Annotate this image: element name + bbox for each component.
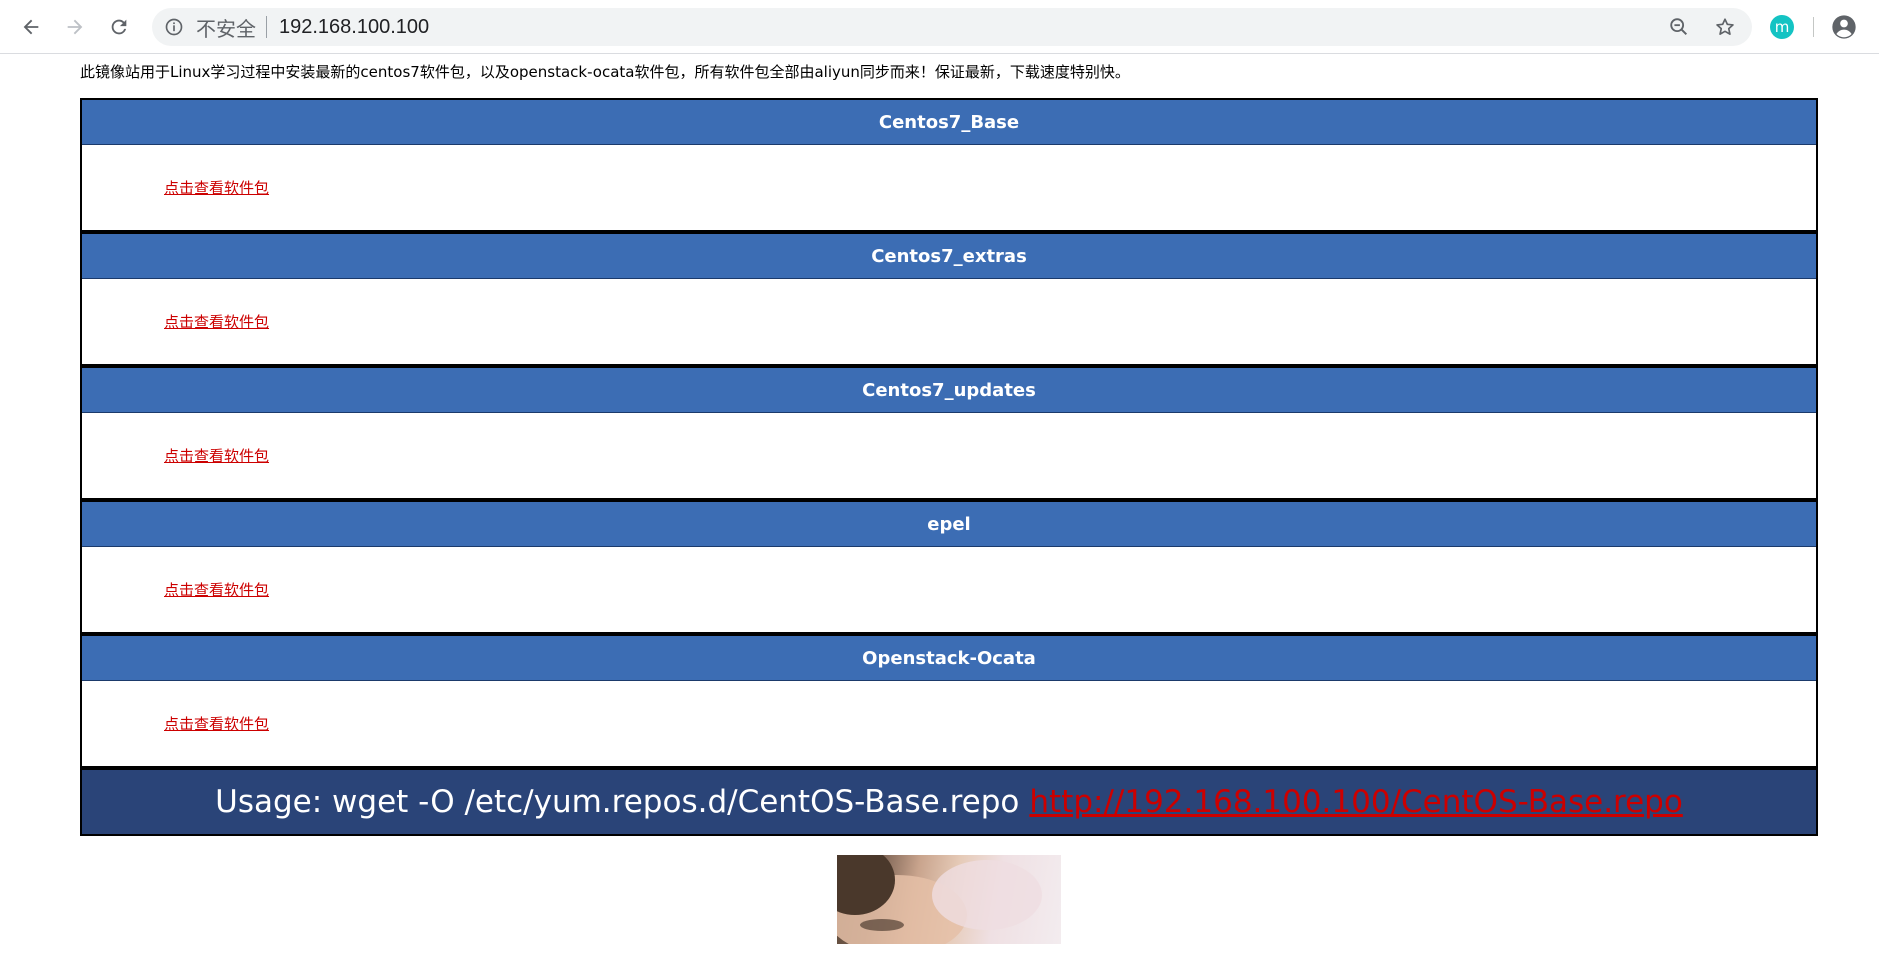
section-title: Openstack-Ocata	[82, 636, 1816, 681]
reload-button[interactable]	[104, 12, 134, 42]
view-packages-link[interactable]: 点击查看软件包	[164, 579, 269, 600]
section-title: Centos7_updates	[82, 368, 1816, 413]
section-title: Centos7_Base	[82, 100, 1816, 145]
info-icon[interactable]	[164, 17, 184, 37]
mirror-table: Centos7_Base 点击查看软件包 Centos7_extras 点击查看…	[80, 98, 1818, 836]
section-body: 点击查看软件包	[82, 279, 1816, 368]
section-title: epel	[82, 502, 1816, 547]
intro-text: 此镜像站用于Linux学习过程中安装最新的centos7软件包，以及openst…	[80, 63, 1130, 81]
star-icon	[1716, 18, 1734, 35]
section-body: 点击查看软件包	[82, 413, 1816, 502]
section-centos7-base: Centos7_Base 点击查看软件包	[82, 100, 1816, 234]
usage-banner: Usage: wget -O /etc/yum.repos.d/CentOS-B…	[82, 770, 1816, 834]
security-label[interactable]: 不安全	[196, 13, 256, 42]
omnibox-divider	[266, 16, 267, 38]
usage-command: Usage: wget -O /etc/yum.repos.d/CentOS-B…	[215, 784, 1020, 820]
account-button[interactable]	[1829, 12, 1859, 42]
arrow-left-icon	[23, 19, 39, 35]
section-body: 点击查看软件包	[82, 681, 1816, 770]
profile-photo	[837, 855, 1061, 944]
toolbar-divider	[1813, 17, 1814, 37]
view-packages-link[interactable]: 点击查看软件包	[164, 177, 269, 198]
repo-download-link[interactable]: http://192.168.100.100/CentOS-Base.repo	[1029, 784, 1682, 820]
photo-image	[837, 855, 1042, 944]
section-title: Centos7_extras	[82, 234, 1816, 279]
section-centos7-updates: Centos7_updates 点击查看软件包	[82, 368, 1816, 502]
bookmark-button[interactable]	[1714, 8, 1736, 46]
section-body: 点击查看软件包	[82, 547, 1816, 636]
forward-button[interactable]	[60, 12, 90, 42]
zoom-button[interactable]	[1668, 8, 1690, 46]
url-text[interactable]: 192.168.100.100	[279, 16, 429, 39]
address-bar[interactable]: 不安全 192.168.100.100	[152, 8, 1752, 46]
section-centos7-extras: Centos7_extras 点击查看软件包	[82, 234, 1816, 368]
account-icon	[1832, 15, 1856, 39]
view-packages-link[interactable]: 点击查看软件包	[164, 713, 269, 734]
section-epel: epel 点击查看软件包	[82, 502, 1816, 636]
view-packages-link[interactable]: 点击查看软件包	[164, 311, 269, 332]
reload-icon	[111, 19, 127, 35]
section-openstack-ocata: Openstack-Ocata 点击查看软件包	[82, 636, 1816, 770]
arrow-right-icon	[67, 19, 83, 35]
view-packages-link[interactable]: 点击查看软件包	[164, 445, 269, 466]
back-button[interactable]	[16, 12, 46, 42]
extension-icon[interactable]: m	[1770, 15, 1794, 39]
section-body: 点击查看软件包	[82, 145, 1816, 234]
browser-toolbar: 不安全 192.168.100.100 m	[0, 0, 1879, 54]
zoom-out-icon	[1670, 18, 1688, 36]
